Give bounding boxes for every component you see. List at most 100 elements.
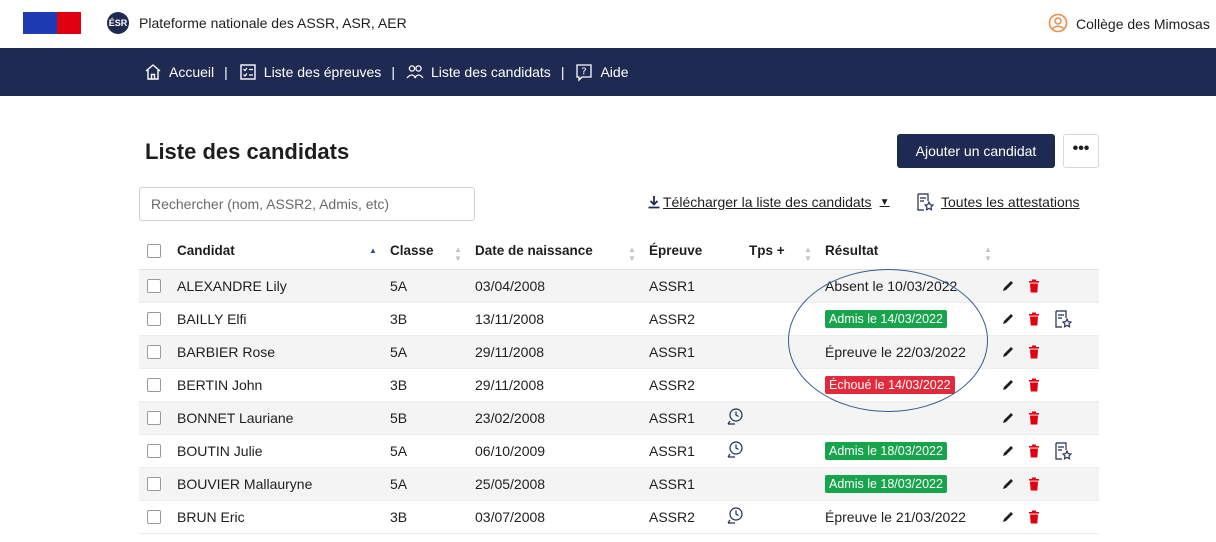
result-badge: Admis le 18/03/2022 <box>825 475 947 493</box>
candidate-test: ASSR2 <box>649 377 695 393</box>
result-text: Épreuve le 22/03/2022 <box>825 344 966 360</box>
more-options-button[interactable]: ••• <box>1063 134 1099 168</box>
nav-item-liste-epreuves[interactable]: Liste des épreuves <box>238 62 381 82</box>
edit-pencil-icon[interactable] <box>1001 444 1015 458</box>
nav-separator: | <box>391 64 395 80</box>
candidate-dob: 03/04/2008 <box>475 278 546 294</box>
column-header-date-naissance[interactable]: Date de naissance <box>475 243 593 258</box>
row-checkbox[interactable] <box>147 411 161 425</box>
delete-trash-icon[interactable] <box>1028 510 1040 524</box>
nav-separator: | <box>224 64 228 80</box>
candidate-test: ASSR1 <box>649 410 695 426</box>
column-header-classe[interactable]: Classe <box>390 243 434 258</box>
table-row[interactable]: BARBIER Rose 5A 29/11/2008 ASSR1 Épreuve le … <box>139 336 1099 369</box>
result-cell: Admis le 18/03/2022 <box>825 475 947 493</box>
edit-pencil-icon[interactable] <box>1001 477 1015 491</box>
user-name[interactable]: Collège des Mimosas <box>1076 16 1210 32</box>
candidate-class: 5B <box>390 410 408 426</box>
sort-asc-icon[interactable]: ▲ <box>369 246 377 255</box>
extra-time-icon <box>727 441 743 458</box>
delete-trash-icon[interactable] <box>1028 444 1040 458</box>
nav-item-liste-candidats[interactable]: Liste des candidats <box>405 62 551 82</box>
delete-trash-icon[interactable] <box>1028 312 1040 326</box>
column-header-resultat[interactable]: Résultat <box>825 243 878 258</box>
select-all-checkbox[interactable] <box>147 243 161 258</box>
column-header-epreuve[interactable]: Épreuve <box>649 243 702 258</box>
edit-pencil-icon[interactable] <box>1001 510 1015 524</box>
certificate-icon[interactable] <box>1053 441 1073 461</box>
delete-trash-icon[interactable] <box>1028 411 1040 425</box>
delete-trash-icon[interactable] <box>1028 477 1040 491</box>
sort-icon[interactable]: ▲ ▼ <box>454 245 462 263</box>
caret-down-icon[interactable]: ▼ <box>880 197 890 208</box>
delete-trash-icon[interactable] <box>1028 345 1040 359</box>
result-cell: Absent le 10/03/2022 <box>825 278 957 294</box>
table-row[interactable]: BAILLY Elfi 3B 13/11/2008 ASSR2 Admis le 14/… <box>139 303 1099 336</box>
row-checkbox[interactable] <box>147 279 161 293</box>
candidate-name: BRUN Eric <box>177 509 245 525</box>
candidate-class: 5A <box>390 344 408 360</box>
row-checkbox[interactable] <box>147 510 161 524</box>
platform-title[interactable]: Plateforme nationale des ASSR, ASR, AER <box>139 15 407 31</box>
certificate-icon[interactable] <box>1053 309 1073 329</box>
row-checkbox[interactable] <box>147 312 161 326</box>
candidates-table: Candidat ▲ Classe ▲ ▼ Date de naissance ▲… <box>139 232 1099 534</box>
row-actions <box>1001 378 1040 392</box>
top-header: ÉSR Plateforme nationale des ASSR, ASR, … <box>0 0 1216 48</box>
candidate-name: BARBIER Rose <box>177 344 276 360</box>
candidate-test: ASSR1 <box>649 278 695 294</box>
extra-time-cell <box>725 440 745 463</box>
edit-pencil-icon[interactable] <box>1001 345 1015 359</box>
candidate-dob: 29/11/2008 <box>475 344 545 360</box>
table-row[interactable]: BOUVIER Mallauryne 5A 25/05/2008 ASSR1 Admis… <box>139 468 1099 501</box>
result-cell: Admis le 18/03/2022 <box>825 442 947 460</box>
edit-pencil-icon[interactable] <box>1001 312 1015 326</box>
sort-icon[interactable]: ▲ ▼ <box>628 245 636 263</box>
delete-trash-icon[interactable] <box>1028 378 1040 392</box>
nav-label: Aide <box>600 64 629 80</box>
nav-item-accueil[interactable]: Accueil <box>143 62 214 82</box>
column-header-candidat[interactable]: Candidat <box>177 243 235 258</box>
row-checkbox[interactable] <box>147 477 161 491</box>
edit-pencil-icon[interactable] <box>1001 378 1015 392</box>
candidate-name: BONNET Lauriane <box>177 410 294 426</box>
download-candidates-link[interactable]: Télécharger la liste des candidats ▼ <box>647 194 889 210</box>
certificate-icon <box>917 193 935 211</box>
edit-pencil-icon[interactable] <box>1001 279 1015 293</box>
candidate-dob: 06/10/2009 <box>475 443 546 459</box>
table-row[interactable]: ALEXANDRE Lily 5A 03/04/2008 ASSR1 Absent le… <box>139 270 1099 303</box>
candidate-dob: 25/05/2008 <box>475 476 546 492</box>
republique-francaise-logo[interactable] <box>23 12 81 34</box>
result-badge: Admis le 14/03/2022 <box>825 310 947 328</box>
delete-trash-icon[interactable] <box>1028 279 1040 293</box>
candidate-test: ASSR2 <box>649 509 695 525</box>
search-input[interactable] <box>139 187 475 221</box>
sort-icon[interactable]: ▲ ▼ <box>984 245 992 263</box>
table-row[interactable]: BOUTIN Julie 5A 06/10/2009 ASSR1 Admis le 18… <box>139 435 1099 468</box>
nav-item-aide[interactable]: ? Aide <box>574 62 628 82</box>
candidate-name: BAILLY Elfi <box>177 311 247 327</box>
row-actions <box>1001 309 1073 329</box>
table-row[interactable]: BRUN Eric 3B 03/07/2008 ASSR2 Épreuve le 21/… <box>139 501 1099 534</box>
row-actions <box>1001 441 1073 461</box>
row-checkbox[interactable] <box>147 345 161 359</box>
svg-text:?: ? <box>582 67 587 78</box>
table-row[interactable]: BONNET Lauriane 5B 23/02/2008 ASSR1 <box>139 402 1099 435</box>
download-label: Télécharger la liste des candidats <box>663 194 872 210</box>
sort-icon[interactable]: ▲ ▼ <box>804 245 812 263</box>
user-icon[interactable] <box>1048 13 1068 33</box>
table-row[interactable]: BERTIN John 3B 29/11/2008 ASSR2 Échoué le 14… <box>139 369 1099 402</box>
result-text: Épreuve le 21/03/2022 <box>825 509 966 525</box>
column-header-tps[interactable]: Tps + <box>749 243 785 258</box>
result-cell: Admis le 14/03/2022 <box>825 310 947 328</box>
row-checkbox[interactable] <box>147 444 161 458</box>
row-checkbox[interactable] <box>147 378 161 392</box>
main-navigation: Accueil | Liste des épreuves | Liste des… <box>0 48 1216 96</box>
edit-pencil-icon[interactable] <box>1001 411 1015 425</box>
all-attestations-link[interactable]: Toutes les attestations <box>915 192 1080 212</box>
candidate-test: ASSR1 <box>649 344 695 360</box>
nav-separator: | <box>560 64 565 80</box>
add-candidate-button[interactable]: Ajouter un candidat <box>897 134 1055 168</box>
candidate-name: BOUVIER Mallauryne <box>177 476 313 492</box>
candidate-test: ASSR1 <box>649 476 695 492</box>
